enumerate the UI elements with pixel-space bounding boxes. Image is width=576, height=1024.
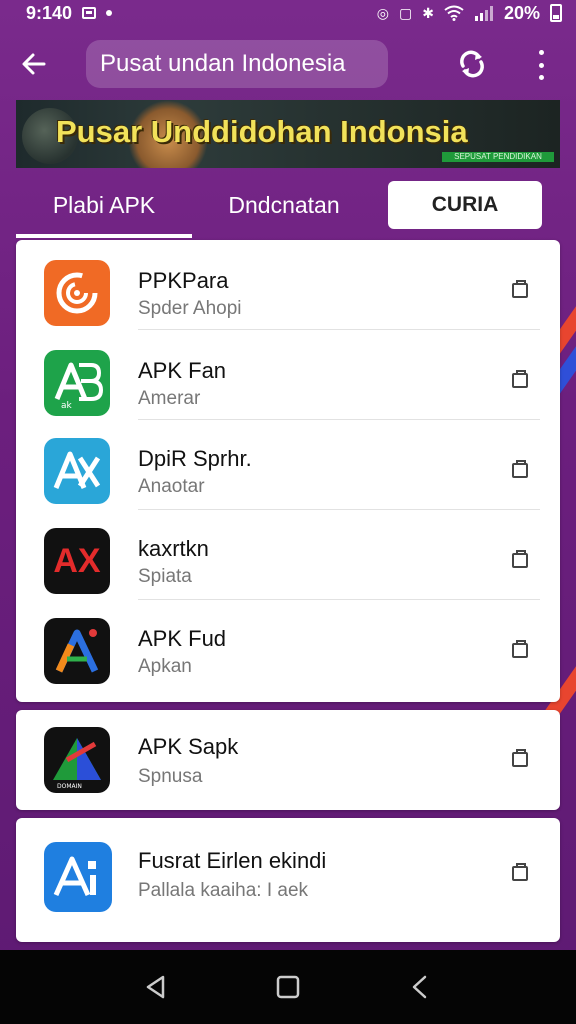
status-bar: 9:140 ◎ ▢ ✱ 20% [0,0,576,26]
bluetooth-icon: ✱ [422,4,434,21]
refresh-icon[interactable] [454,46,490,82]
tab-dndcnatan[interactable]: Dndcnatan [196,176,372,234]
app-name: kaxrtkn [138,536,209,561]
app-row[interactable]: AX kaxrtkn Spiata [16,510,560,600]
black-triangle-app-icon: DOMAIN [44,727,110,793]
app-name: APK Fan [138,358,227,383]
save-icon[interactable] [512,640,528,658]
app-row[interactable]: PPKPara Spder Ahopi [16,240,560,330]
app-card[interactable]: DOMAIN APK Sapk Spnusa [16,710,560,810]
save-icon[interactable] [512,550,528,568]
app-card[interactable]: Fusrat Eirlen ekindi Pallala kaaiha: I a… [16,818,560,942]
save-icon[interactable] [512,863,528,881]
app-name: APK Fud [138,626,227,651]
blue-ax-app-icon [44,438,110,504]
orange-swirl-app-icon [44,260,110,326]
app-name: PPKPara [138,268,229,293]
save-icon[interactable] [512,460,528,478]
app-subtitle: Amerar [138,388,201,409]
black-a-app-icon [44,618,110,684]
app-row[interactable]: ak APK Fan Amerar [16,330,560,420]
nav-back-icon[interactable] [141,972,171,1002]
nav-home-icon[interactable] [273,972,303,1002]
status-left: 9:140 [26,2,113,24]
alarm-icon: ◎ [376,4,389,21]
search-bar[interactable]: Pusat undan Indonesia [86,40,388,88]
tab-plabi-apk[interactable]: Plabi APK [16,176,192,234]
tab-bar: Plabi APK Dndcnatan CURIA [0,176,576,240]
green-ab-app-icon: ak [44,350,110,416]
app-row[interactable]: APK Fud Apkan [16,600,560,690]
battery-icon [550,4,562,22]
back-arrow-icon[interactable] [18,48,50,80]
banner-title: Pusar Unddidohan Indonsia [56,114,468,149]
app-subtitle: Spder Ahopi [138,298,242,319]
app-name: APK Sapk [138,734,239,759]
nfc-icon: ▢ [399,4,413,21]
app-row[interactable]: DpiR Sprhr. Anaotar [16,420,560,510]
signal-icon [474,6,493,21]
save-icon[interactable] [512,280,528,298]
tab-curia[interactable]: CURIA [388,181,542,229]
status-right: ◎ ▢ ✱ 20% [377,3,562,24]
save-icon[interactable] [512,370,528,388]
app-bar: Pusat undan Indonesia [0,30,576,98]
svg-text:DOMAIN: DOMAIN [57,783,82,790]
banner-tag: SEPUSAT PENDIDIKAN [442,152,554,162]
search-text: Pusat undan Indonesia [100,50,346,77]
message-icon [82,7,97,19]
screen: 9:140 ◎ ▢ ✱ 20% Pusat undan Indonesia Pu… [0,0,576,1024]
notification-dot-icon [106,10,113,16]
app-name: DpiR Sprhr. [138,446,252,471]
save-icon[interactable] [512,749,528,767]
battery-text: 20% [503,2,540,23]
navigation-bar [0,950,576,1024]
status-time: 9:140 [26,2,73,23]
app-subtitle: Anaotar [138,476,205,497]
app-subtitle: Pallala kaaiha: I aek [138,880,309,901]
black-ax-app-icon: AX [44,528,110,594]
blue-a-app-icon [44,842,112,912]
banner[interactable]: Pusar Unddidohan Indonsia SEPUSAT PENDID… [16,100,560,168]
wifi-icon [444,5,464,21]
more-options-icon[interactable] [528,50,554,80]
nav-recents-icon[interactable] [405,972,435,1002]
app-name: Fusrat Eirlen ekindi [138,848,327,873]
svg-text:ak: ak [61,401,73,411]
app-subtitle: Apkan [138,656,192,677]
app-list-card: PPKPara Spder Ahopi ak APK Fan Amerar Dp… [16,240,560,702]
tab-indicator [16,234,192,238]
app-subtitle: Spnusa [138,766,203,787]
app-subtitle: Spiata [138,566,192,587]
